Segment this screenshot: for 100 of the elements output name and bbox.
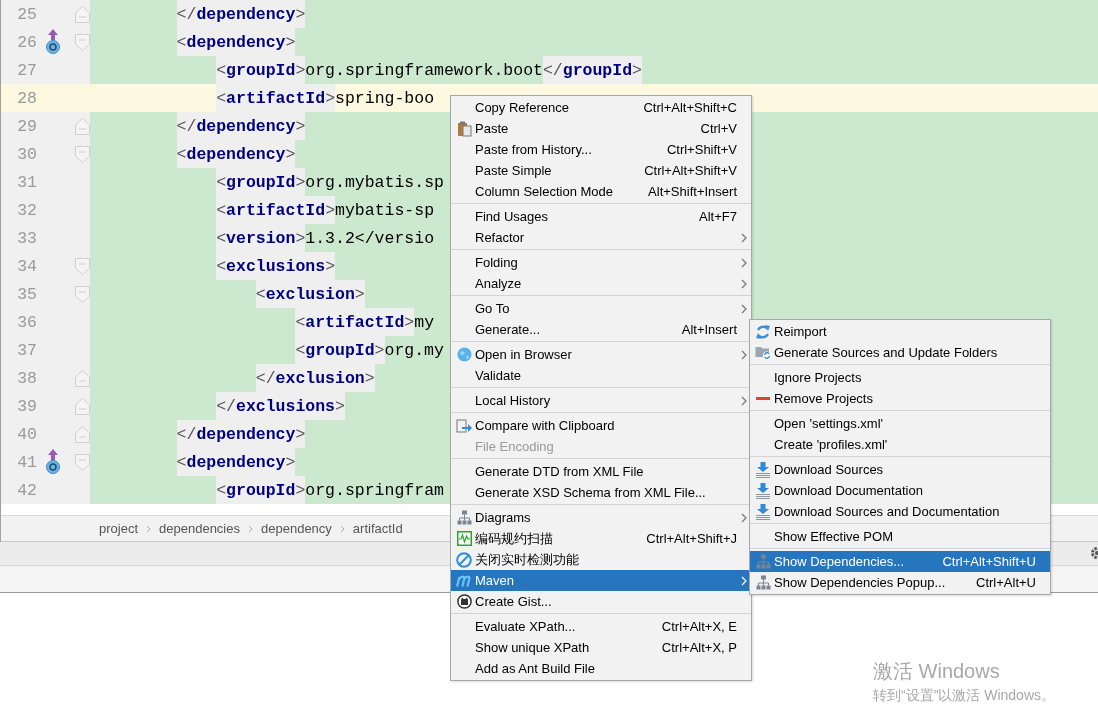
fold-marker-icon[interactable] xyxy=(75,145,90,163)
menu-item[interactable]: Copy Reference Ctrl+Alt+Shift+C xyxy=(451,97,751,118)
line-number: 26 xyxy=(16,32,37,52)
keyboard-shortcut: Alt+F7 xyxy=(699,209,737,224)
download-icon xyxy=(756,503,770,520)
code-line: <groupId>org.springframework.boot</groupId> xyxy=(216,56,642,84)
download-icon xyxy=(756,482,770,499)
line-number: 25 xyxy=(16,4,37,24)
menu-item[interactable]: Column Selection Mode Alt+Shift+Insert xyxy=(451,181,751,202)
menu-item[interactable]: Show Effective POM xyxy=(750,526,1050,547)
waveform-icon xyxy=(456,531,472,546)
hierarchy-icon xyxy=(755,575,771,590)
menu-item[interactable]: Local History xyxy=(451,390,751,411)
line-number: 39 xyxy=(16,396,37,416)
fold-marker-icon[interactable] xyxy=(75,257,90,275)
fold-marker-icon[interactable] xyxy=(75,285,90,303)
menu-item[interactable]: Download Sources xyxy=(750,459,1050,480)
line-number: 42 xyxy=(16,480,37,500)
menu-item[interactable]: Ignore Projects xyxy=(750,367,1050,388)
code-line: <groupId>org.springfram xyxy=(216,476,444,504)
fold-marker-icon[interactable] xyxy=(75,369,90,387)
line-number: 28 xyxy=(16,88,37,108)
line-number: 37 xyxy=(16,340,37,360)
menu-item[interactable]: Open 'settings.xml' xyxy=(750,413,1050,434)
menu-item[interactable]: Show unique XPath Ctrl+Alt+X, P xyxy=(451,637,751,658)
activation-hint: 转到“设置”以激活 Windows。 xyxy=(873,687,1055,705)
menu-item[interactable]: Download Sources and Documentation xyxy=(750,501,1050,522)
menu-item[interactable]: Add as Ant Build File xyxy=(451,658,751,679)
menu-item[interactable]: Refactor xyxy=(451,227,751,248)
keyboard-shortcut: Ctrl+V xyxy=(700,121,737,136)
menu-item[interactable]: Generate... Alt+Insert xyxy=(451,319,751,340)
menu-item[interactable]: Generate DTD from XML File xyxy=(451,461,751,482)
line-number: 34 xyxy=(16,256,37,276)
menu-item[interactable]: 编码规约扫描 Ctrl+Alt+Shift+J xyxy=(451,528,751,549)
menu-item[interactable]: Go To xyxy=(451,298,751,319)
code-line: <groupId>org.mybatis.sp xyxy=(216,168,444,196)
minus-icon xyxy=(756,397,770,400)
menu-item[interactable]: Find Usages Alt+F7 xyxy=(451,206,751,227)
menu-item[interactable]: Generate XSD Schema from XML File... xyxy=(451,482,751,503)
hierarchy-icon xyxy=(456,510,472,525)
menu-item[interactable]: Remove Projects xyxy=(750,388,1050,409)
menu-item[interactable]: Evaluate XPath... Ctrl+Alt+X, E xyxy=(451,616,751,637)
breadcrumb[interactable]: artifactId xyxy=(352,521,403,536)
keyboard-shortcut: Ctrl+Alt+Shift+C xyxy=(643,100,737,115)
menu-item[interactable]: Paste Ctrl+V xyxy=(451,118,751,139)
menu-item[interactable]: Validate xyxy=(451,365,751,386)
keyboard-shortcut: Alt+Insert xyxy=(681,322,737,337)
breadcrumb[interactable]: dependency xyxy=(261,521,332,536)
line-number: 40 xyxy=(16,424,37,444)
chevron-icon xyxy=(339,524,345,533)
fold-marker-icon[interactable] xyxy=(75,453,90,471)
keyboard-shortcut: Ctrl+Alt+Shift+U xyxy=(942,554,1036,569)
fold-marker-icon[interactable] xyxy=(75,397,90,415)
menu-item[interactable]: Folding xyxy=(451,252,751,273)
menu-item[interactable]: Download Documentation xyxy=(750,480,1050,501)
line-number: 33 xyxy=(16,228,37,248)
line-number: 38 xyxy=(16,368,37,388)
keyboard-shortcut: Ctrl+Shift+V xyxy=(666,142,737,157)
keyboard-shortcut: Alt+Shift+Insert xyxy=(648,184,737,199)
menu-item[interactable]: Open in Browser xyxy=(451,344,751,365)
menu-item[interactable]: Generate Sources and Update Folders xyxy=(750,342,1050,363)
line-number: 32 xyxy=(16,200,37,220)
menu-item[interactable]: Show Dependencies... Ctrl+Alt+Shift+U xyxy=(750,551,1050,572)
menu-item[interactable]: Paste from History... Ctrl+Shift+V xyxy=(451,139,751,160)
menu-item[interactable]: Show Dependencies Popup... Ctrl+Alt+U xyxy=(750,572,1050,593)
code-line: <artifactId>my xyxy=(295,308,435,336)
breadcrumb[interactable]: project xyxy=(99,521,139,536)
fold-marker-icon[interactable] xyxy=(75,117,90,135)
up-arrow-circle-icon[interactable] xyxy=(45,448,61,476)
code-line: <version>1.3.2</versio xyxy=(216,224,435,252)
keyboard-shortcut: Ctrl+Alt+U xyxy=(976,575,1036,590)
code-line: <artifactId>mybatis-sp xyxy=(216,196,435,224)
menu-item[interactable]: Create 'profiles.xml' xyxy=(750,434,1050,455)
line-number: 36 xyxy=(16,312,37,332)
cat-badge-icon xyxy=(456,594,472,609)
keyboard-shortcut: Ctrl+Alt+X, E xyxy=(661,619,737,634)
code-line: <groupId>org.my xyxy=(295,336,444,364)
line-number: 31 xyxy=(16,172,37,192)
menu-item[interactable]: Maven xyxy=(451,570,751,591)
breadcrumb[interactable]: dependencies xyxy=(159,521,240,536)
maven-icon xyxy=(455,574,473,587)
line-number: 30 xyxy=(16,144,37,164)
menu-item[interactable]: Paste Simple Ctrl+Alt+Shift+V xyxy=(451,160,751,181)
line-number: 41 xyxy=(16,452,37,472)
line-number: 27 xyxy=(16,60,37,80)
menu-item[interactable]: Diagrams xyxy=(451,507,751,528)
menu-item[interactable]: Create Gist... xyxy=(451,591,751,612)
fold-marker-icon[interactable] xyxy=(75,5,90,23)
refresh-icon xyxy=(755,323,771,340)
fold-marker-icon[interactable] xyxy=(75,425,90,443)
folder-refresh-icon xyxy=(754,345,772,360)
menu-item[interactable]: 关闭实时检测功能 xyxy=(451,549,751,570)
menu-item[interactable]: Analyze xyxy=(451,273,751,294)
chevron-icon xyxy=(146,524,152,533)
menu-item[interactable]: Compare with Clipboard xyxy=(451,415,751,436)
up-arrow-circle-icon[interactable] xyxy=(45,28,61,56)
fold-marker-icon[interactable] xyxy=(75,33,90,51)
menu-item[interactable]: Reimport xyxy=(750,321,1050,342)
activation-title: 激活 Windows xyxy=(873,659,1001,684)
line-number: 29 xyxy=(16,116,37,136)
